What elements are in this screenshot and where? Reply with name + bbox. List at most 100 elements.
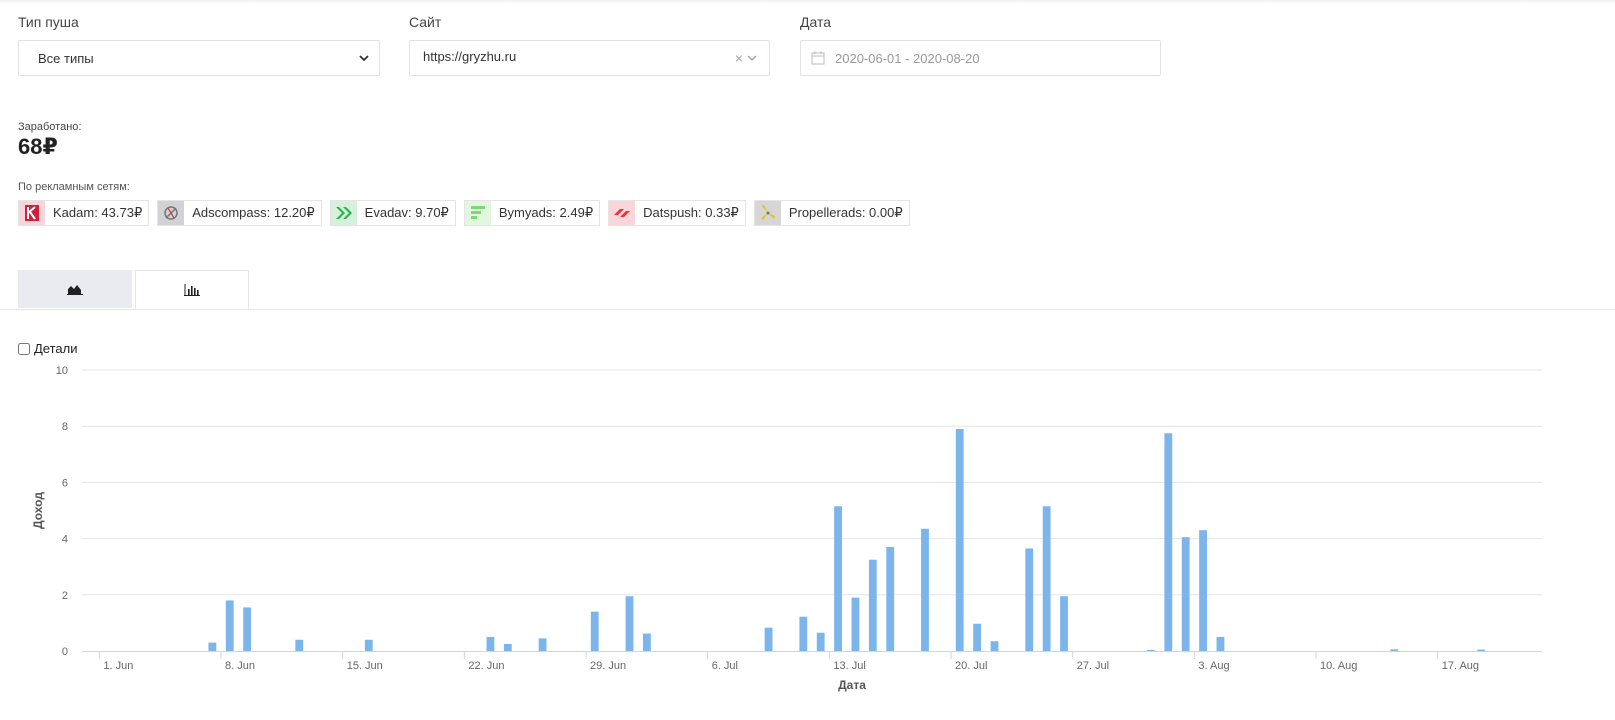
bar — [1042, 506, 1051, 651]
revenue-bar-chart: 0 2 4 6 8 10 1. Jun 8. Jun 15. Jun 22. Jun 29. Ju… — [31, 365, 1542, 692]
earned-label: Заработано: — [18, 121, 82, 133]
datspush-logo-icon — [609, 201, 636, 225]
details-checkbox[interactable] — [18, 342, 30, 355]
network-chip-bymyads: Bymyads: 2.49₽ — [463, 200, 601, 226]
network-list: Kadam: 43.73₽ Adscompass: 12.20₽ Evadav:… — [18, 200, 910, 226]
bar — [921, 528, 929, 651]
bar — [1147, 649, 1155, 651]
chart-grid — [82, 369, 1542, 596]
x-tick-label: 15. Jun — [347, 660, 383, 672]
network-name: Evadav: 9.70₽ — [364, 205, 449, 220]
x-tick-label: 1. Jun — [103, 660, 133, 672]
bar — [1181, 537, 1190, 651]
bar — [364, 639, 373, 651]
y-tick-label: 6 — [62, 477, 68, 489]
x-tick-label: 27. Jul — [1077, 660, 1109, 672]
bar — [225, 600, 234, 651]
chart-bars — [208, 429, 1486, 651]
network-name: Datspush: 0.33₽ — [643, 205, 739, 220]
bar — [1199, 530, 1207, 651]
push-type-label: Тип пуша — [18, 14, 79, 30]
x-tick-label: 29. Jun — [590, 660, 626, 672]
x-tick-label: 20. Jul — [955, 660, 987, 672]
network-chip-adscompass: Adscompass: 12.20₽ — [157, 200, 322, 226]
y-axis-label: Доход — [31, 492, 45, 529]
date-range-input[interactable]: 2020-06-01 - 2020-08-20 — [800, 40, 1161, 76]
bar — [990, 641, 999, 651]
x-tick-label: 10. Aug — [1320, 660, 1357, 672]
y-tick-label: 0 — [62, 646, 68, 658]
calendar-icon — [811, 51, 825, 65]
push-type-filter: Тип пуша Все типы — [18, 14, 380, 76]
bar — [642, 633, 651, 651]
network-chip-datspush: Datspush: 0.33₽ — [608, 200, 746, 226]
bar — [590, 611, 599, 651]
y-tick-label: 2 — [62, 590, 68, 602]
network-chip-evadav: Evadav: 9.70₽ — [329, 200, 456, 226]
site-filter: Сайт https://gryzhu.ru × — [409, 14, 770, 76]
bar — [868, 559, 877, 651]
push-type-value: Все типы — [38, 50, 94, 66]
bar — [955, 429, 964, 651]
x-tick-label: 13. Jul — [833, 660, 865, 672]
network-name: Adscompass: 12.20₽ — [192, 205, 315, 220]
chevron-down-icon — [747, 55, 757, 61]
bar — [1060, 596, 1068, 651]
network-chip-kadam: Kadam: 43.73₽ — [18, 200, 150, 226]
network-name: Kadam: 43.73₽ — [53, 205, 143, 220]
bar — [243, 607, 252, 651]
networks-label: По рекламным сетям: — [18, 181, 130, 193]
bymyads-logo-icon — [464, 201, 491, 225]
bar — [503, 643, 512, 651]
bar — [816, 632, 825, 651]
site-select[interactable]: https://gryzhu.ru × — [409, 40, 770, 76]
propellerads-logo-icon — [754, 201, 781, 225]
chevron-down-icon — [359, 55, 369, 62]
bar — [1390, 649, 1399, 651]
y-tick-label: 10 — [56, 365, 68, 377]
x-tick-label: 17. Aug — [1442, 660, 1479, 672]
bar — [973, 623, 982, 651]
date-filter: Дата 2020-06-01 - 2020-08-20 — [800, 14, 1161, 76]
bar — [1477, 649, 1486, 651]
bar — [295, 639, 304, 651]
date-label: Дата — [800, 14, 832, 30]
details-label: Детали — [34, 341, 78, 356]
x-tick-label: 6. Jul — [712, 660, 738, 672]
tab-bar-chart[interactable] — [135, 270, 249, 309]
bar — [208, 642, 217, 651]
area-chart-icon — [67, 285, 83, 295]
adscompass-logo-icon — [158, 201, 185, 225]
date-range-value: 2020-06-01 - 2020-08-20 — [835, 50, 980, 66]
x-axis-label: Дата — [838, 678, 866, 692]
network-chip-propellerads: Propellerads: 0.00₽ — [753, 200, 910, 226]
bar — [851, 597, 860, 651]
earned-value: 68₽ — [18, 134, 58, 159]
network-name: Propellerads: 0.00₽ — [788, 205, 903, 220]
x-axis-ticks: 1. Jun 8. Jun 15. Jun 22. Jun 29. Jun 6. Jul 1… — [98, 651, 1479, 672]
push-type-select[interactable]: Все типы — [18, 40, 380, 76]
tab-area-chart[interactable] — [18, 270, 132, 308]
network-name: Bymyads: 2.49₽ — [498, 205, 594, 220]
bar — [886, 547, 895, 651]
top-shadow — [0, 0, 1615, 4]
y-axis-ticks: 0 2 4 6 8 10 — [56, 365, 68, 658]
evadav-logo-icon — [330, 201, 357, 225]
x-tick-label: 22. Jun — [468, 660, 504, 672]
bar-chart-icon — [184, 283, 200, 296]
site-value: https://gryzhu.ru — [423, 48, 517, 64]
chart-tabs — [0, 270, 1615, 310]
x-tick-label: 3. Aug — [1198, 660, 1229, 672]
bar — [538, 638, 547, 651]
clear-icon[interactable]: × — [735, 50, 743, 66]
details-toggle[interactable]: Детали — [18, 341, 78, 356]
bar — [1216, 636, 1225, 651]
bar — [834, 506, 842, 651]
bar — [764, 627, 773, 651]
bar — [625, 596, 634, 651]
kadam-logo-icon — [19, 201, 45, 225]
site-label: Сайт — [409, 14, 442, 30]
bar — [1164, 433, 1173, 651]
bar — [1025, 548, 1034, 651]
bar — [486, 636, 495, 651]
